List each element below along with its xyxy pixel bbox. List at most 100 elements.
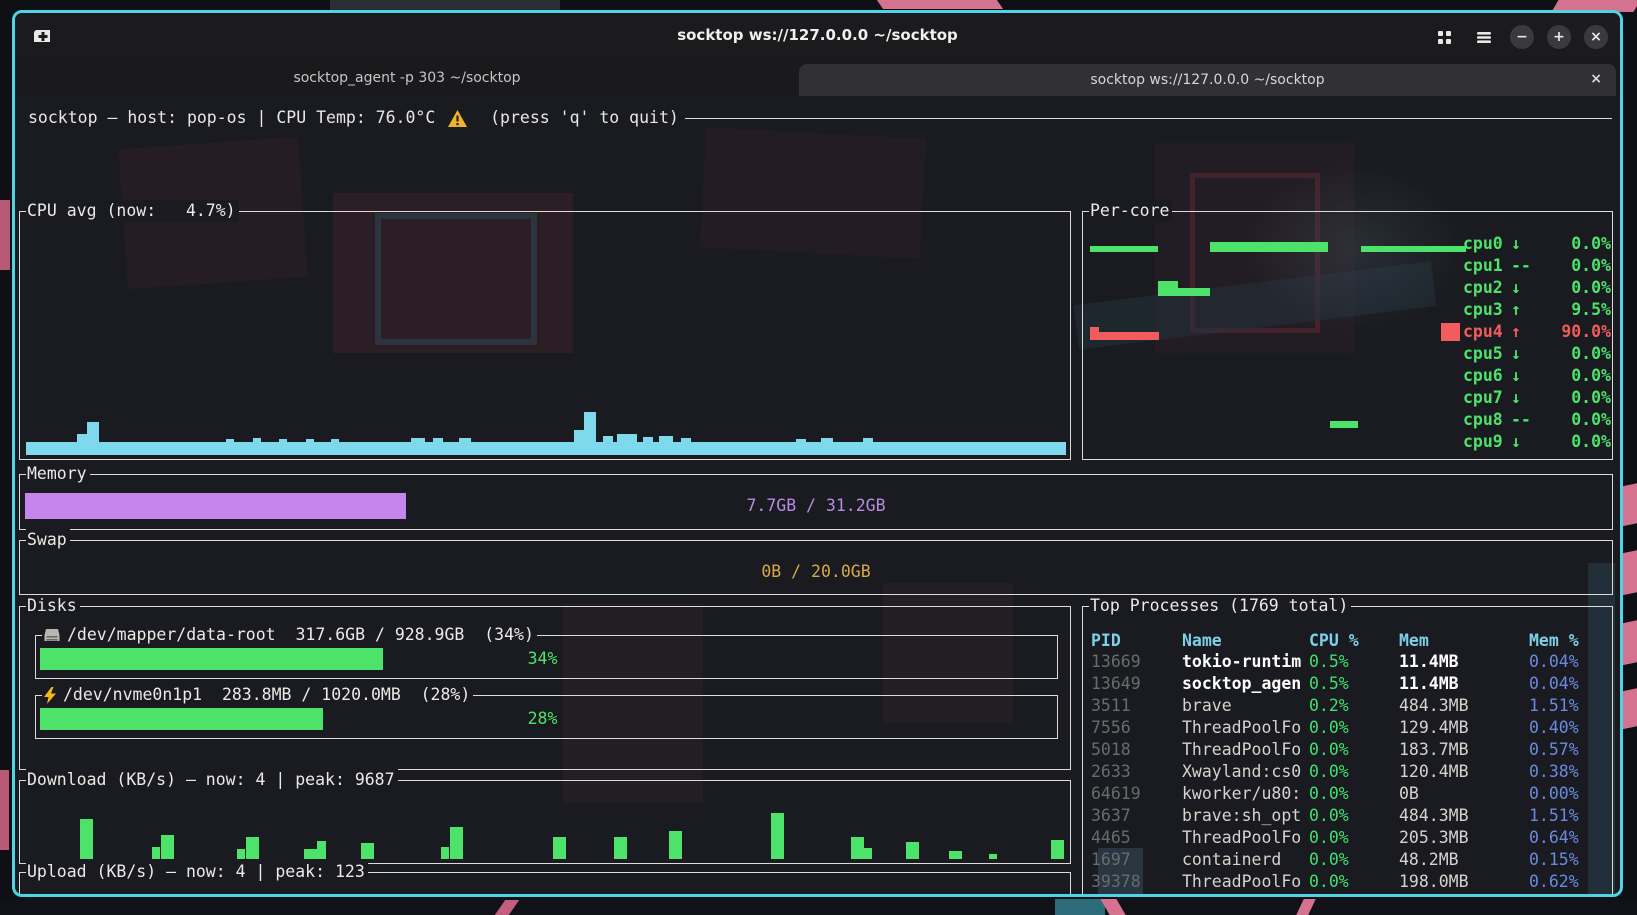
process-pid: 3637: [1091, 805, 1182, 827]
download-history-bar: [237, 849, 245, 859]
grid-view-icon[interactable]: [1432, 25, 1456, 49]
header-text: socktop — host: pop-os | CPU Temp: 76.0°…: [28, 107, 445, 129]
process-row[interactable]: 5018ThreadPoolFo0.0%183.7MB0.57%: [1091, 739, 1608, 761]
process-memp: 1.51%: [1529, 695, 1608, 717]
per-core-panel: Per-core cpu0↓0.0%cpu1--0.0%cpu2↓0.0%cpu…: [1082, 211, 1613, 460]
download-history-bar: [1051, 840, 1064, 859]
process-mem: 11.4MB: [1399, 673, 1529, 695]
cpu-history-bar: [87, 422, 99, 442]
process-mem: 184.5MB: [1399, 893, 1529, 897]
process-mem: 129.4MB: [1399, 717, 1529, 739]
wallpaper-pink-top: [877, 0, 1003, 9]
memory-title: Memory: [26, 463, 90, 485]
swap-title: Swap: [26, 529, 70, 551]
download-history-bar: [771, 813, 784, 859]
process-row[interactable]: 3637brave:sh_opt0.0%484.3MB1.51%: [1091, 805, 1608, 827]
disk-title: /dev/mapper/data-root 317.6GB / 928.9GB …: [67, 624, 534, 646]
cpu-history-bar: [331, 439, 339, 442]
download-history-bar: [246, 837, 259, 859]
process-pid: 64619: [1091, 783, 1182, 805]
core-row-cpu1: cpu1--0.0%: [1463, 255, 1611, 277]
cpu-history-bar: [681, 438, 691, 442]
tab-label: socktop ws://127.0.0.0 ~/socktop: [1090, 72, 1324, 88]
tab-socktop[interactable]: socktop ws://127.0.0.0 ~/socktop ×: [799, 64, 1616, 96]
window-title: socktop ws://127.0.0.0 ~/socktop: [15, 26, 1620, 44]
process-row[interactable]: 13649socktop_agen0.5%11.4MB0.04%: [1091, 673, 1608, 695]
wallpaper-cyan-bottom: [1055, 899, 1105, 915]
process-mem: 484.3MB: [1399, 695, 1529, 717]
wallpaper-pink-bottom-2: [1100, 899, 1125, 915]
cpu-history-baseline: [26, 442, 1066, 455]
process-name: ThreadPoolFo: [1182, 871, 1309, 893]
header-suffix: (press 'q' to quit): [470, 107, 679, 129]
process-memp: 0.62%: [1529, 871, 1608, 893]
core-trend: ↓: [1511, 233, 1537, 255]
core-row-cpu9: cpu9↓0.0%: [1463, 431, 1611, 453]
minimize-button[interactable]: −: [1510, 25, 1534, 49]
maximize-button[interactable]: +: [1547, 25, 1571, 49]
column-header: Mem: [1399, 630, 1529, 652]
disk-gauge: 34%: [40, 648, 1045, 670]
process-row[interactable]: 7556ThreadPoolFo0.0%129.4MB0.40%: [1091, 717, 1608, 739]
tab-close-icon[interactable]: ×: [1590, 71, 1602, 87]
column-header: CPU %: [1309, 630, 1399, 652]
process-mem: 198.0MB: [1399, 871, 1529, 893]
wallpaper-bottom-strip: [0, 898, 1637, 915]
process-name: tokio-runtim: [1182, 651, 1309, 673]
app-header: socktop — host: pop-os | CPU Temp: 76.0°…: [28, 107, 1612, 129]
process-row[interactable]: 1697containerd0.0%48.2MB0.15%: [1091, 849, 1608, 871]
core-row-cpu7: cpu7↓0.0%: [1463, 387, 1611, 409]
lightning-bolt-icon: [43, 687, 57, 704]
cpu-history-bar: [306, 439, 314, 442]
core-val: 0.0%: [1537, 431, 1611, 453]
cpu-avg-panel: CPU avg (now: 4.7%): [19, 211, 1071, 460]
hamburger-menu-icon[interactable]: [1472, 25, 1496, 49]
process-row[interactable]: 4465ThreadPoolFo0.0%205.3MB0.64%: [1091, 827, 1608, 849]
process-memp: 0.04%: [1529, 651, 1608, 673]
cpu-avg-sparkline: [21, 395, 1069, 455]
cpu-history-bar: [77, 434, 87, 442]
core-name: cpu4: [1463, 321, 1511, 343]
process-cpu: 0.0%: [1309, 761, 1399, 783]
process-row[interactable]: 13669tokio-runtim0.5%11.4MB0.04%: [1091, 651, 1608, 673]
close-button[interactable]: ×: [1584, 25, 1608, 49]
process-pid: 39378: [1091, 871, 1182, 893]
core-name: cpu9: [1463, 431, 1511, 453]
process-pid: 5018: [1091, 739, 1182, 761]
process-row[interactable]: 2633Xwayland:cs00.0%120.4MB0.38%: [1091, 761, 1608, 783]
process-row[interactable]: 64619kworker/u80:0.0%0B0.00%: [1091, 783, 1608, 805]
core-row-cpu3: cpu3↑9.5%: [1463, 299, 1611, 321]
cpu-history-bar: [659, 436, 673, 442]
download-history-bar: [304, 849, 317, 859]
core-row-cpu0: cpu0↓0.0%: [1463, 233, 1611, 255]
top-processes-panel: Top Processes (1769 total) PIDNameCPU %M…: [1082, 606, 1613, 897]
disk-gauge-label: 34%: [40, 648, 1045, 670]
download-history-bar: [949, 851, 962, 859]
download-history-bar: [864, 848, 872, 859]
process-mem: 11.4MB: [1399, 651, 1529, 673]
download-history-bar: [441, 847, 449, 859]
swap-panel: Swap 0B / 20.0GB: [19, 540, 1613, 595]
process-cpu: 0.0%: [1309, 849, 1399, 871]
cpu-history-bar: [796, 439, 806, 442]
tab-socktop-agent[interactable]: socktop_agent -p 303 ~/socktop: [15, 60, 799, 96]
warning-triangle-icon: [447, 109, 468, 128]
process-pid: 13649: [1091, 673, 1182, 695]
process-name: socktop_agen: [1182, 673, 1309, 695]
download-panel: Download (KB/s) — now: 4 | peak: 9687: [19, 780, 1071, 864]
process-row[interactable]: 3511brave0.2%484.3MB1.51%: [1091, 695, 1608, 717]
download-sparkline: [21, 799, 1069, 859]
cpu-avg-title: CPU avg (now: 4.7%): [26, 200, 239, 222]
process-cpu: 0.2%: [1309, 695, 1399, 717]
core-trend: ↑: [1511, 321, 1537, 343]
process-row[interactable]: 39378ThreadPoolFo0.0%198.0MB0.62%: [1091, 871, 1608, 893]
disk-drive-icon: [43, 627, 61, 643]
download-history-bar: [851, 837, 864, 859]
core-name: cpu0: [1463, 233, 1511, 255]
process-name: containerd: [1182, 849, 1309, 871]
process-cpu: 0.0%: [1309, 827, 1399, 849]
core-name: cpu3: [1463, 299, 1511, 321]
process-row[interactable]: 9631code0.0%184.5MB0.58%: [1091, 893, 1608, 897]
core-name: cpu5: [1463, 343, 1511, 365]
process-pid: 2633: [1091, 761, 1182, 783]
